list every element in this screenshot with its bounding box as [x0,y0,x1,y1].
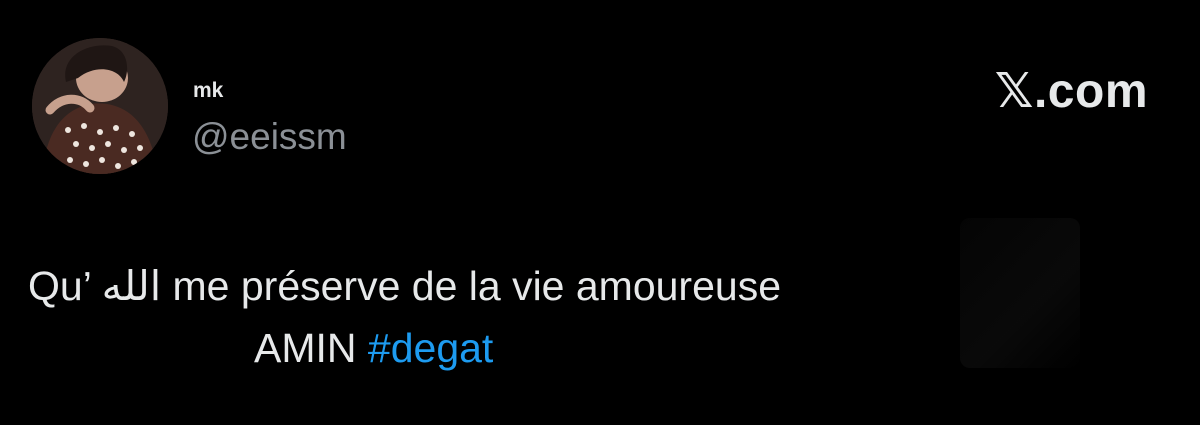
display-name[interactable]: mk [193,79,223,103]
avatar[interactable] [32,38,168,174]
hashtag-link[interactable]: #degat [368,325,493,371]
avatar-image [32,38,168,174]
tweet-text: Qu’ الله me préserve de la vie amoureuse… [28,255,1028,379]
tweet-line-2: AMIN #degat [28,317,1028,379]
tweet-line-1: Qu’ الله me préserve de la vie amoureuse [28,263,781,309]
user-handle[interactable]: @eeissm [192,115,347,159]
tweet-word-amin: AMIN [254,325,357,371]
x-logo: 𝕏.com [994,65,1148,118]
